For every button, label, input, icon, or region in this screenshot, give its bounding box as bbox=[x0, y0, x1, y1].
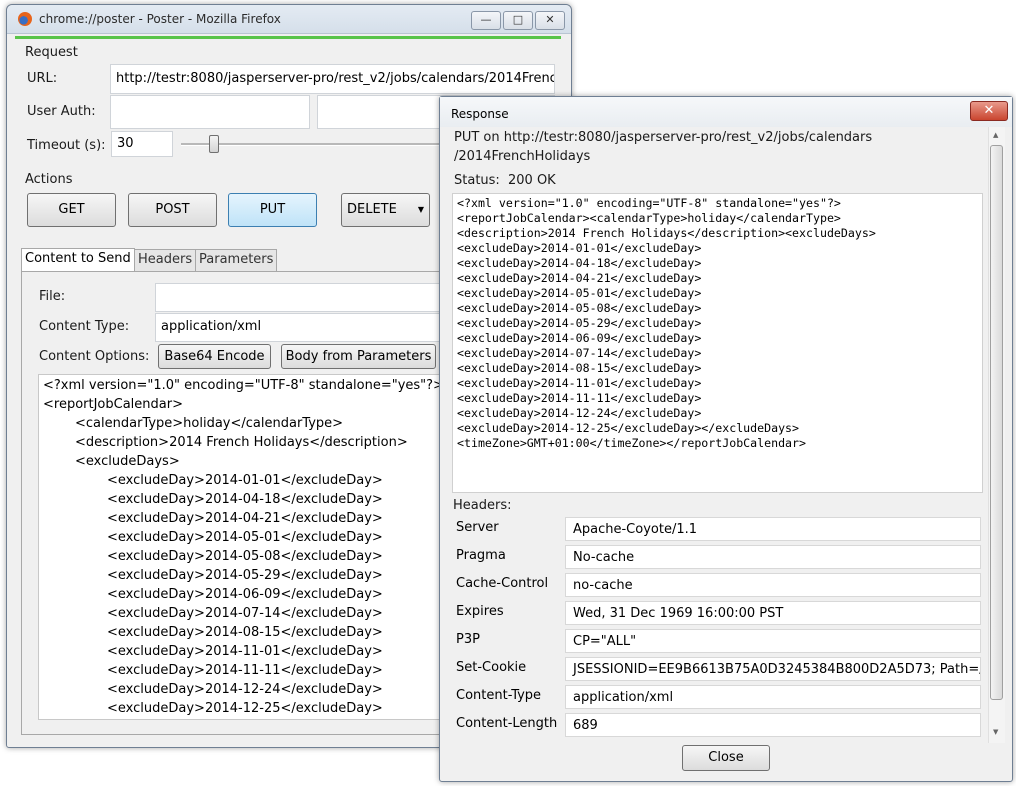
header-value-field[interactable]: JSESSIONID=EE9B6613B75A0D3245384B800D2A5… bbox=[565, 657, 981, 681]
tab-parameters[interactable]: Parameters bbox=[195, 249, 278, 271]
headers-label: Headers: bbox=[453, 498, 512, 513]
response-window-title: Response bbox=[451, 107, 509, 121]
delete-dropdown-button[interactable]: DELETE ▼ bbox=[341, 193, 430, 227]
timeout-slider-thumb[interactable] bbox=[209, 135, 220, 153]
response-titlebar: Response ✕ bbox=[440, 97, 1012, 127]
tab-headers[interactable]: Headers bbox=[134, 249, 197, 271]
response-body-line: <excludeDay>2014-05-08</excludeDay> bbox=[457, 301, 702, 315]
header-value-field[interactable]: no-cache bbox=[565, 573, 981, 597]
minimize-icon[interactable]: — bbox=[471, 11, 501, 30]
url-label: URL: bbox=[27, 71, 58, 86]
scroll-down-arrow-icon[interactable]: ▼ bbox=[993, 728, 998, 736]
base64-encode-button[interactable]: Base64 Encode bbox=[158, 344, 271, 369]
put-button[interactable]: PUT bbox=[228, 193, 317, 227]
request-body-line: <excludeDay>2014-05-01</excludeDay> bbox=[107, 530, 383, 545]
response-body-line: <excludeDay>2014-05-29</excludeDay> bbox=[457, 316, 702, 330]
maximize-icon[interactable]: □ bbox=[503, 11, 533, 30]
firefox-icon bbox=[18, 12, 32, 26]
header-value-field[interactable]: Wed, 31 Dec 1969 16:00:00 PST bbox=[565, 601, 981, 625]
body-from-parameters-button[interactable]: Body from Parameters bbox=[281, 344, 436, 369]
response-body-line: <excludeDay>2014-11-01</excludeDay> bbox=[457, 376, 702, 390]
dropdown-arrow-icon: ▼ bbox=[417, 205, 424, 214]
header-name: Pragma bbox=[456, 548, 506, 563]
content-type-label: Content Type: bbox=[39, 319, 130, 334]
header-value-field[interactable]: No-cache bbox=[565, 545, 981, 569]
status-value: 200 OK bbox=[508, 173, 556, 188]
response-window: Response ✕ PUT on http://testr:8080/jasp… bbox=[439, 96, 1013, 782]
header-name: Content-Type bbox=[456, 688, 542, 703]
request-body-line: <excludeDay>2014-06-09</excludeDay> bbox=[107, 587, 383, 602]
response-body-line: <reportJobCalendar><calendarType>holiday… bbox=[457, 211, 841, 225]
delete-button-label: DELETE bbox=[347, 202, 397, 217]
request-body-line: <excludeDay>2014-11-01</excludeDay> bbox=[107, 644, 383, 659]
request-body-line: <calendarType>holiday</calendarType> bbox=[75, 416, 344, 431]
response-body-line: <excludeDay>2014-07-14</excludeDay> bbox=[457, 346, 702, 360]
scroll-up-arrow-icon[interactable]: ▲ bbox=[993, 131, 998, 139]
response-body-line: <excludeDay>2014-04-18</excludeDay> bbox=[457, 256, 702, 270]
request-body-line: <excludeDay>2014-04-18</excludeDay> bbox=[107, 492, 383, 507]
response-body-line: <excludeDay>2014-08-15</excludeDay> bbox=[457, 361, 702, 375]
tab-content-to-send[interactable]: Content to Send bbox=[21, 248, 135, 272]
timeout-input[interactable]: 30 bbox=[111, 131, 173, 157]
response-body-line: <excludeDay>2014-11-11</excludeDay> bbox=[457, 391, 702, 405]
content-options-label: Content Options: bbox=[39, 349, 150, 364]
header-value-field[interactable]: application/xml bbox=[565, 685, 981, 709]
request-body-line: <excludeDay>2014-08-15</excludeDay> bbox=[107, 625, 383, 640]
header-value-field[interactable]: 689 bbox=[565, 713, 981, 737]
response-body-textarea[interactable]: <?xml version="1.0" encoding="UTF-8" sta… bbox=[452, 193, 983, 493]
header-name: Content-Length bbox=[456, 716, 558, 731]
request-body-line: <description>2014 French Holidays</descr… bbox=[75, 435, 408, 450]
request-section-label: Request bbox=[25, 45, 78, 60]
post-button[interactable]: POST bbox=[128, 193, 217, 227]
actions-section-label: Actions bbox=[25, 172, 73, 187]
response-scrollbar[interactable]: ▲ ▼ bbox=[988, 127, 1005, 743]
header-name: Server bbox=[456, 520, 499, 535]
request-body-line: <excludeDay>2014-12-24</excludeDay> bbox=[107, 682, 383, 697]
close-icon[interactable]: ✕ bbox=[535, 11, 565, 30]
request-body-line: <excludeDays> bbox=[75, 454, 180, 469]
request-body-line: <excludeDay>2014-01-01</excludeDay> bbox=[107, 473, 383, 488]
header-name: P3P bbox=[456, 632, 480, 647]
request-body-line: <reportJobCalendar> bbox=[43, 397, 183, 412]
response-body-line: <excludeDay>2014-12-25</excludeDay></exc… bbox=[457, 421, 800, 435]
response-body-line: <description>2014 French Holidays</descr… bbox=[457, 226, 876, 240]
status-label: Status: bbox=[454, 173, 500, 188]
header-name: Expires bbox=[456, 604, 504, 619]
user-auth-label: User Auth: bbox=[27, 104, 96, 119]
response-summary-line-2: /2014FrenchHolidays bbox=[454, 149, 591, 164]
response-summary-line-1: PUT on http://testr:8080/jasperserver-pr… bbox=[454, 130, 873, 145]
close-icon[interactable]: ✕ bbox=[970, 101, 1008, 121]
response-body-line: <?xml version="1.0" encoding="UTF-8" sta… bbox=[457, 196, 841, 210]
response-body-line: <excludeDay>2014-01-01</excludeDay> bbox=[457, 241, 702, 255]
response-body-line: <excludeDay>2014-04-21</excludeDay> bbox=[457, 271, 702, 285]
response-body-line: <excludeDay>2014-06-09</excludeDay> bbox=[457, 331, 702, 345]
request-body-line: <excludeDay>2014-12-25</excludeDay> bbox=[107, 701, 383, 716]
request-body-line: <?xml version="1.0" encoding="UTF-8" sta… bbox=[43, 378, 444, 393]
get-button[interactable]: GET bbox=[27, 193, 116, 227]
header-value-field[interactable]: CP="ALL" bbox=[565, 629, 981, 653]
url-input[interactable]: http://testr:8080/jasperserver-pro/rest_… bbox=[110, 64, 555, 94]
request-body-line: <excludeDay>2014-11-11</excludeDay> bbox=[107, 663, 383, 678]
file-label: File: bbox=[39, 289, 66, 304]
close-button[interactable]: Close bbox=[682, 745, 770, 771]
poster-window-title: chrome://poster - Poster - Mozilla Firef… bbox=[39, 12, 281, 26]
progress-strip bbox=[15, 36, 561, 39]
timeout-label: Timeout (s): bbox=[27, 138, 106, 153]
request-body-line: <excludeDay>2014-05-29</excludeDay> bbox=[107, 568, 383, 583]
request-body-line: <excludeDay>2014-05-08</excludeDay> bbox=[107, 549, 383, 564]
request-body-line: <excludeDay>2014-04-21</excludeDay> bbox=[107, 511, 383, 526]
poster-titlebar: chrome://poster - Poster - Mozilla Firef… bbox=[7, 5, 571, 34]
header-name: Set-Cookie bbox=[456, 660, 527, 675]
response-body-line: <excludeDay>2014-12-24</excludeDay> bbox=[457, 406, 702, 420]
response-headers-list: Server Apache-Coyote/1.1 Pragma No-cache Cac… bbox=[440, 517, 988, 747]
header-value-field[interactable]: Apache-Coyote/1.1 bbox=[565, 517, 981, 541]
header-name: Cache-Control bbox=[456, 576, 549, 591]
request-body-line: <excludeDay>2014-07-14</excludeDay> bbox=[107, 606, 383, 621]
response-body-line: <timeZone>GMT+01:00</timeZone></reportJo… bbox=[457, 436, 807, 450]
user-auth-username-input[interactable] bbox=[110, 95, 310, 129]
scrollbar-thumb[interactable] bbox=[990, 145, 1003, 700]
response-body-line: <excludeDay>2014-05-01</excludeDay> bbox=[457, 286, 702, 300]
